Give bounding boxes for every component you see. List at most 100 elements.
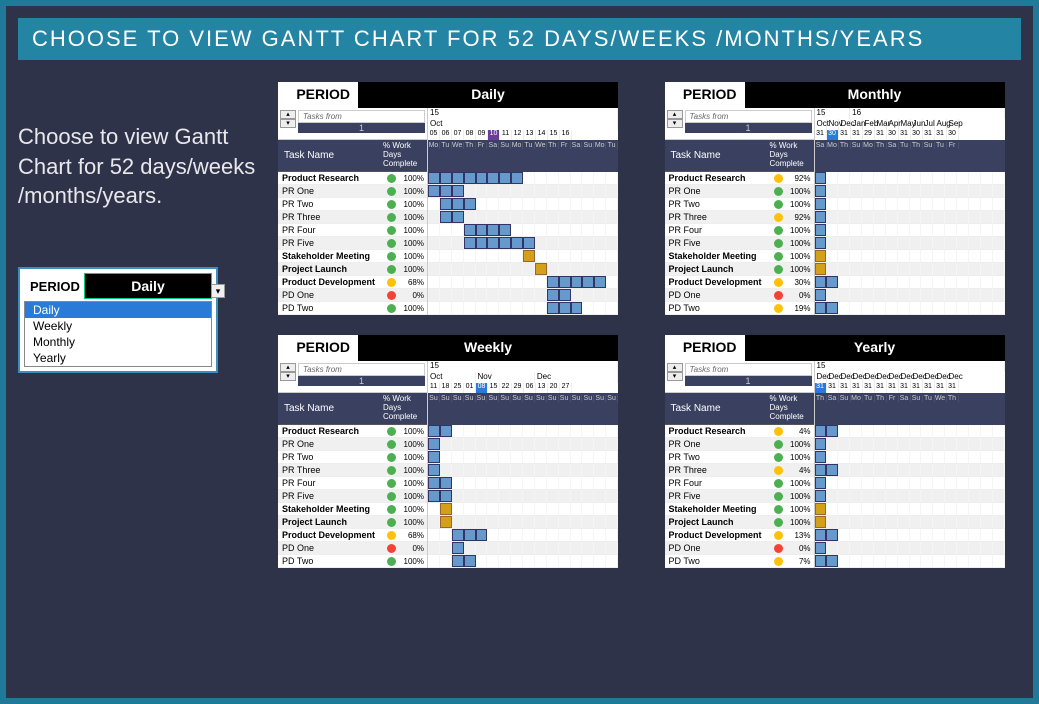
day-label: Sa xyxy=(571,142,583,149)
task-row: PR Five100% xyxy=(278,490,427,503)
status-dot-icon xyxy=(387,278,396,287)
gantt-bar-row xyxy=(428,503,618,516)
day-label: Su xyxy=(440,395,452,402)
task-row: Product Research100% xyxy=(278,172,427,185)
chevron-up-icon[interactable]: ▴ xyxy=(280,110,296,119)
status-dot-icon xyxy=(387,440,396,449)
status-dot-icon xyxy=(387,505,396,514)
task-name: PR Four xyxy=(278,225,384,235)
period-dropdown[interactable]: PERIOD Daily ▾ DailyWeeklyMonthlyYearly xyxy=(18,267,218,373)
gantt-bar-row xyxy=(815,477,1005,490)
task-spinner[interactable]: ▴▾ xyxy=(667,363,683,381)
month-label: Dec xyxy=(839,372,851,383)
task-row: Product Research92% xyxy=(665,172,814,185)
task-percent: 4% xyxy=(786,427,814,436)
date-num: 31 xyxy=(839,130,851,140)
task-row: PR Four100% xyxy=(278,224,427,237)
chevron-down-icon[interactable]: ▾ xyxy=(667,372,683,381)
dropdown-option-daily[interactable]: Daily xyxy=(25,302,211,318)
period-selected-value[interactable]: Daily xyxy=(84,273,212,299)
task-row: PR Two100% xyxy=(278,451,427,464)
chevron-up-icon[interactable]: ▴ xyxy=(667,363,683,372)
gantt-bar-row xyxy=(815,185,1005,198)
status-dot-icon xyxy=(774,174,783,183)
status-dot-icon xyxy=(774,278,783,287)
task-name: Project Launch xyxy=(278,264,384,274)
gantt-bar-row xyxy=(428,198,618,211)
task-percent: 92% xyxy=(786,174,814,183)
day-label: Sa xyxy=(487,142,499,149)
day-label: Tu xyxy=(935,142,947,149)
date-num: 22 xyxy=(500,383,512,393)
status-dot-icon xyxy=(774,427,783,436)
year-label: 15 xyxy=(815,108,851,119)
gantt-bar-row xyxy=(815,529,1005,542)
date-num: 09 xyxy=(476,130,488,140)
task-row: PD One0% xyxy=(278,542,427,555)
task-spinner[interactable]: ▴▾ xyxy=(280,110,296,128)
task-name: PR Two xyxy=(278,199,384,209)
task-percent: 100% xyxy=(786,252,814,261)
chevron-up-icon[interactable]: ▴ xyxy=(280,363,296,372)
day-label: Mo xyxy=(863,142,875,149)
status-dot-icon xyxy=(774,557,783,566)
day-label: We xyxy=(935,395,947,402)
date-num: 31 xyxy=(875,383,887,393)
chevron-up-icon[interactable]: ▴ xyxy=(667,110,683,119)
status-dot-icon xyxy=(774,265,783,274)
month-label: Sep xyxy=(947,119,959,130)
task-name: PR Four xyxy=(278,478,384,488)
date-num: 29 xyxy=(863,130,875,140)
gantt-bar-row xyxy=(815,555,1005,568)
dropdown-option-yearly[interactable]: Yearly xyxy=(25,350,211,366)
task-row: Stakeholder Meeting100% xyxy=(665,250,814,263)
chevron-down-icon[interactable]: ▾ xyxy=(280,372,296,381)
tasks-from-label: Tasks from xyxy=(685,363,812,376)
date-num: 31 xyxy=(851,130,863,140)
status-dot-icon xyxy=(387,453,396,462)
task-name: PR One xyxy=(278,186,384,196)
task-percent: 0% xyxy=(399,544,427,553)
dropdown-option-monthly[interactable]: Monthly xyxy=(25,334,211,350)
date-num: 30 xyxy=(947,130,959,140)
day-label: Sa xyxy=(899,395,911,402)
task-row: Product Development30% xyxy=(665,276,814,289)
dropdown-option-weekly[interactable]: Weekly xyxy=(25,318,211,334)
day-label: Fr xyxy=(476,142,488,149)
task-name: PR Four xyxy=(665,478,771,488)
main-frame: CHOOSE TO VIEW GANTT CHART FOR 52 DAYS/W… xyxy=(6,6,1033,698)
month-label: Dec xyxy=(863,372,875,383)
task-name: PR Five xyxy=(665,238,771,248)
chevron-down-icon[interactable]: ▾ xyxy=(667,119,683,128)
task-row: PR Four100% xyxy=(665,477,814,490)
gantt-bar-row xyxy=(815,302,1005,315)
chevron-down-icon[interactable]: ▾ xyxy=(280,119,296,128)
gantt-bar-row xyxy=(815,464,1005,477)
date-num: 30 xyxy=(827,130,839,140)
gantt-bar-row xyxy=(815,237,1005,250)
month-label: Jan xyxy=(851,119,863,130)
task-spinner[interactable]: ▴▾ xyxy=(667,110,683,128)
task-spinner[interactable]: ▴▾ xyxy=(280,363,296,381)
task-percent: 100% xyxy=(786,440,814,449)
date-num: 31 xyxy=(815,383,827,393)
date-num: 31 xyxy=(923,383,935,393)
task-row: PD Two100% xyxy=(278,555,427,568)
dropdown-list[interactable]: ▾ DailyWeeklyMonthlyYearly xyxy=(24,301,212,367)
day-label: Su xyxy=(594,395,606,402)
task-name: Product Development xyxy=(278,277,384,287)
status-dot-icon xyxy=(774,453,783,462)
day-label: Mo xyxy=(851,395,863,402)
day-label: Su xyxy=(499,395,511,402)
task-percent: 68% xyxy=(399,531,427,540)
status-dot-icon xyxy=(387,239,396,248)
task-percent: 68% xyxy=(399,278,427,287)
date-num: 31 xyxy=(899,383,911,393)
task-row: PR One100% xyxy=(665,185,814,198)
gantt-panel-monthly: PERIODMonthly▴▾Tasks from1Task Name% Wor… xyxy=(665,82,1005,315)
task-percent: 100% xyxy=(399,557,427,566)
task-row: PR Two100% xyxy=(278,198,427,211)
date-num: 06 xyxy=(440,130,452,140)
status-dot-icon xyxy=(774,440,783,449)
chevron-down-icon[interactable]: ▾ xyxy=(211,284,225,298)
